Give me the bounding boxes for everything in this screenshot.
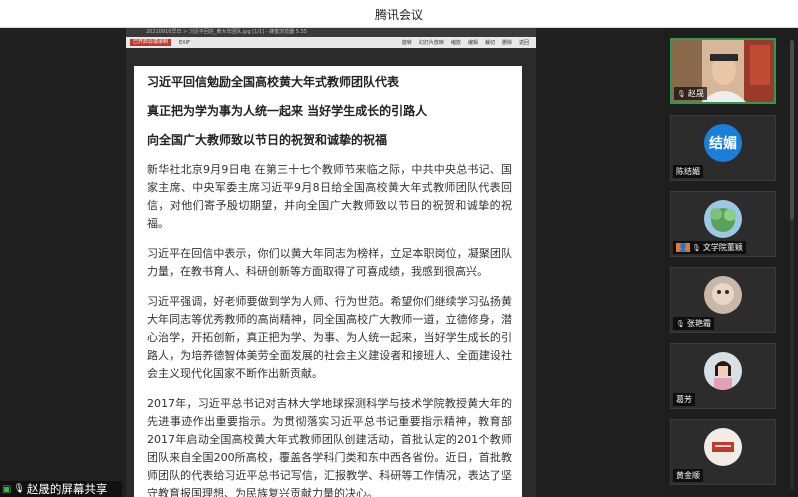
document-paragraph: 习近平强调，好老师要做到学为人师、行为世范。希望你们继续学习弘扬黄大年同志等优秀… [147, 295, 512, 380]
crop-button[interactable]: 裁切 [485, 39, 495, 46]
avatar [704, 428, 742, 466]
participant-name-tag: 陈结媚 [673, 165, 703, 178]
screen-share-icon: ▣ [2, 483, 12, 495]
document-heading: 习近平回信勉励全国高校黄大年式教师团队代表 [147, 75, 400, 89]
participant-tile[interactable]: 🎙 张艳霜 [670, 267, 776, 333]
image-viewer-window: 20210910早日 > 习近平回信_黄大年团队.jpg [1/1] - 蜂蜜浏… [126, 28, 536, 497]
app-title: 腾讯会议 [374, 8, 423, 22]
document-page: 习近平回信勉励全国高校黄大年式教师团队代表 真正把为学为事为人统一起来 当好学生… [134, 66, 522, 497]
delete-button[interactable]: 删除 [502, 39, 512, 46]
participant-name-tag: 葛芳 [673, 393, 695, 406]
microphone-muted-icon: 🎙 [691, 243, 701, 252]
microphone-icon: 🎙 [13, 484, 25, 494]
scrollbar-thumb[interactable] [790, 40, 794, 220]
document-paragraph: 习近平在回信中表示，你们以黄大年同志为榜样，立足本职岗位，凝聚团队力量，在教书育… [147, 247, 512, 278]
participant-name: 张艳霜 [686, 319, 711, 328]
avatar [704, 276, 742, 314]
rotate-button[interactable]: 旋转 [402, 39, 412, 46]
participant-name: 文学院董颖 [702, 243, 743, 252]
host-icon: 👤 [676, 243, 690, 252]
participant-tile[interactable]: 葛芳 [670, 343, 776, 409]
shared-screen: 20210910早日 > 习近平回信_黄大年团队.jpg [1/1] - 蜂蜜浏… [0, 28, 664, 497]
document-paragraph: 新华社北京9月9日电 在第三十七个教师节来临之际，中共中央总书记、国家主席、中央… [147, 163, 512, 230]
document-paragraph: 2017年，习近平总书记对吉林大学地球探测科学与技术学院教授黄大年的先进事迹作出… [147, 397, 512, 497]
viewer-window-title: 20210910早日 > 习近平回信_黄大年团队.jpg [1/1] - 蜂蜜浏… [126, 28, 536, 37]
participant-name-tag: 🎙 赵晟 [674, 87, 707, 100]
document-subheading-2: 向全国广大教师致以节日的祝贺和诚挚的祝福 [147, 133, 388, 147]
participant-name: 陈结媚 [676, 167, 700, 176]
participant-tile[interactable]: 👤 🎙 文学院董颖 [670, 191, 776, 257]
microphone-icon: 🎙 [677, 89, 686, 98]
avatar [704, 352, 742, 390]
participant-tile[interactable]: 结媚 陈结媚 [670, 115, 776, 181]
avatar: 结媚 [704, 124, 742, 162]
participant-tile[interactable]: 🎙 赵晟 [670, 38, 776, 104]
participant-name-tag: 👤 🎙 文学院董颖 [673, 241, 746, 254]
participant-scrollbar[interactable] [790, 40, 794, 490]
slideshow-button[interactable]: 幻灯片放映 [419, 39, 444, 46]
microphone-muted-icon: 🎙 [676, 319, 685, 328]
participant-tile[interactable]: 黄金顺 [670, 419, 776, 485]
participant-panel: 🎙 赵晟 结媚 陈结媚 👤 🎙 文学院董颖 🎙 张艳霜 葛芳 黄金顺 [664, 28, 798, 497]
screen-share-status[interactable]: ▣ 🎙 赵晟的屏幕共享 [0, 481, 122, 497]
participant-name: 黄金顺 [676, 471, 700, 480]
participant-name-tag: 黄金顺 [673, 469, 703, 482]
viewer-toolbar: 已开启云端录制 EXIF 旋转 幻灯片放映 缩放 编辑 裁切 删除 返回 [126, 37, 536, 48]
zoom-button[interactable]: 缩放 [451, 39, 461, 46]
participant-name: 葛芳 [676, 395, 692, 404]
screen-share-label: 赵晟的屏幕共享 [26, 482, 108, 496]
edit-button[interactable]: 编辑 [468, 39, 478, 46]
participant-name: 赵晟 [687, 89, 704, 98]
exif-button[interactable]: EXIF [179, 40, 190, 46]
document-subheading-1: 真正把为学为事为人统一起来 当好学生成长的引路人 [147, 104, 428, 118]
title-bar: 腾讯会议 [0, 0, 798, 28]
back-button[interactable]: 返回 [519, 39, 529, 46]
avatar [704, 200, 742, 238]
recording-badge: 已开启云端录制 [130, 39, 172, 46]
participant-name-tag: 🎙 张艳霜 [673, 317, 714, 330]
